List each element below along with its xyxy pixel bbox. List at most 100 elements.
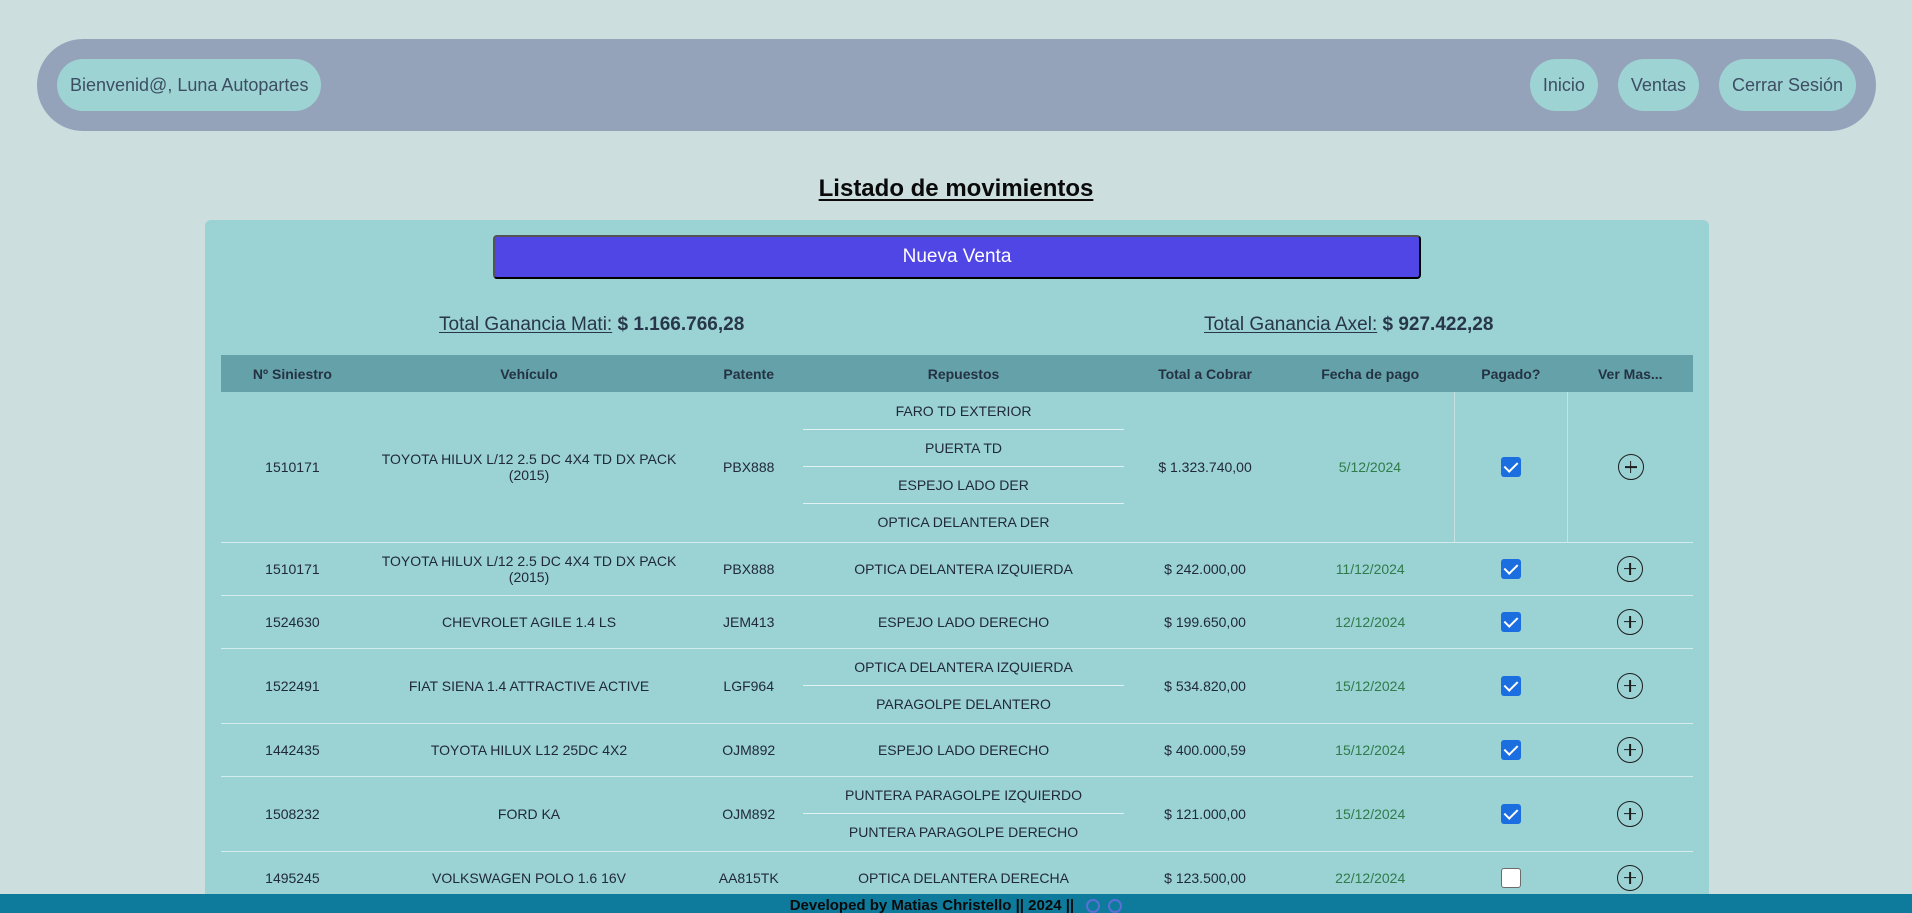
col-header: Total a Cobrar [1123, 355, 1287, 392]
total-axel-label: Total Ganancia Axel: [1204, 314, 1378, 335]
cell-vehiculo: TOYOTA HILUX L/12 2.5 DC 4X4 TD DX PACK … [363, 392, 695, 543]
total-axel: Total Ganancia Axel: $ 927.422,28 [1204, 314, 1493, 336]
cell-pagado [1454, 542, 1568, 596]
cell-vehiculo: FIAT SIENA 1.4 ATTRACTIVE ACTIVE [363, 648, 695, 724]
table-header-row: Nº Siniestro Vehículo Patente Repuestos … [221, 355, 1693, 392]
paid-checkbox[interactable] [1500, 803, 1521, 824]
plus-circle-icon[interactable] [1617, 800, 1644, 827]
cell-fecha: 15/12/2024 [1286, 723, 1455, 777]
col-header: Nº Siniestro [221, 355, 364, 392]
footer: Developed by Matias Christello || 2024 |… [0, 894, 1912, 913]
cell-pagado [1453, 392, 1569, 543]
table-row: 1442435 TOYOTA HILUX L12 25DC 4X2 OJM892 ES… [221, 723, 1693, 777]
cell-repuestos: OPTICA DELANTERA IZQUIERDA PARAGOLPE DELA… [803, 648, 1124, 724]
movements-card: Nueva Venta Total Ganancia Mati: $ 1.166… [205, 220, 1709, 913]
plus-circle-icon[interactable] [1617, 555, 1644, 582]
repuesto-item: ESPEJO LADO DERECHO [877, 741, 1050, 758]
repuesto-item: FARO TD EXTERIOR [803, 393, 1124, 430]
table-row: 1510171 TOYOTA HILUX L/12 2.5 DC 4X4 TD D… [221, 392, 1693, 543]
cell-vehiculo: FORD KA [363, 776, 695, 852]
cell-ver-mas [1567, 648, 1693, 724]
repuesto-item: OPTICA DELANTERA IZQUIERDA [803, 649, 1124, 686]
cell-siniestro: 1510171 [221, 392, 364, 543]
cell-vehiculo: TOYOTA HILUX L12 25DC 4X2 [363, 723, 695, 777]
cell-ver-mas [1567, 776, 1693, 852]
col-header: Repuestos [803, 355, 1124, 392]
nav-link-cerrar-sesion[interactable]: Cerrar Sesión [1718, 59, 1856, 111]
paid-checkbox[interactable] [1500, 675, 1521, 696]
cell-patente: JEM413 [694, 595, 804, 649]
table-row: 1524630 CHEVROLET AGILE 1.4 LS JEM413 ESPEJ… [221, 595, 1693, 649]
cell-repuestos: PUNTERA PARAGOLPE IZQUIERDO PUNTERA PARAG… [803, 776, 1124, 852]
cell-ver-mas [1567, 595, 1693, 649]
cell-fecha: 15/12/2024 [1286, 648, 1455, 724]
cell-patente: OJM892 [694, 723, 804, 777]
movements-table: Nº Siniestro Vehículo Patente Repuestos … [221, 355, 1693, 905]
cell-ver-mas [1567, 542, 1693, 596]
plus-circle-icon[interactable] [1617, 672, 1644, 699]
paid-checkbox[interactable] [1500, 558, 1521, 579]
linkedin-icon[interactable] [1108, 899, 1123, 913]
col-header: Fecha de pago [1286, 355, 1455, 392]
cell-repuestos: ESPEJO LADO DERECHO [803, 595, 1124, 649]
cell-pagado [1454, 648, 1568, 724]
cell-repuestos: OPTICA DELANTERA IZQUIERDA [803, 542, 1124, 596]
cell-siniestro: 1522491 [221, 648, 364, 724]
total-mati: Total Ganancia Mati: $ 1.166.766,28 [439, 314, 744, 336]
cell-patente: OJM892 [694, 776, 804, 852]
cell-vehiculo: CHEVROLET AGILE 1.4 LS [363, 595, 695, 649]
paid-checkbox[interactable] [1500, 739, 1521, 760]
cell-pagado [1454, 723, 1568, 777]
plus-circle-icon[interactable] [1617, 453, 1644, 480]
repuesto-item: PARAGOLPE DELANTERO [876, 696, 1051, 712]
repuesto-item: OPTICA DELANTERA DERECHA [858, 869, 1069, 886]
repuesto-item: ESPEJO LADO DER [803, 467, 1124, 504]
repuesto-item: OPTICA DELANTERA IZQUIERDA [854, 560, 1073, 577]
page-title: Listado de movimientos [818, 175, 1094, 202]
plus-circle-icon[interactable] [1617, 608, 1644, 635]
cell-total: $ 534.820,00 [1123, 648, 1287, 724]
cell-fecha: 15/12/2024 [1286, 776, 1455, 852]
plus-circle-icon[interactable] [1617, 864, 1644, 891]
total-axel-value: $ 927.422,28 [1382, 314, 1494, 335]
col-header: Vehículo [363, 355, 695, 392]
cell-vehiculo: TOYOTA HILUX L/12 2.5 DC 4X4 TD DX PACK … [363, 542, 695, 596]
new-sale-button[interactable]: Nueva Venta [493, 235, 1421, 279]
cell-ver-mas [1567, 723, 1693, 777]
cell-repuestos: FARO TD EXTERIOR PUERTA TD ESPEJO LADO DER… [803, 392, 1124, 543]
total-mati-value: $ 1.166.766,28 [617, 314, 745, 335]
plus-circle-icon[interactable] [1617, 736, 1644, 763]
cell-pagado [1454, 776, 1568, 852]
col-header: Pagado? [1454, 355, 1568, 392]
cell-pagado [1454, 595, 1568, 649]
nav-links: Inicio Ventas Cerrar Sesión [1529, 59, 1856, 111]
table-body: 1510171 TOYOTA HILUX L/12 2.5 DC 4X4 TD D… [221, 392, 1693, 905]
repuesto-item: ESPEJO LADO DERECHO [877, 613, 1050, 630]
paid-checkbox[interactable] [1500, 456, 1521, 477]
repuesto-item: PUERTA TD [803, 430, 1124, 467]
cell-patente: LGF964 [694, 648, 804, 724]
cell-repuestos: ESPEJO LADO DERECHO [803, 723, 1124, 777]
cell-siniestro: 1510171 [221, 542, 364, 596]
cell-fecha: 5/12/2024 [1286, 392, 1455, 543]
cell-ver-mas [1567, 392, 1693, 543]
table-row: 1508232 FORD KA OJM892 PUNTERA PARAGOLPE IZ… [221, 776, 1693, 852]
paid-checkbox[interactable] [1500, 611, 1521, 632]
cell-siniestro: 1524630 [221, 595, 364, 649]
cell-siniestro: 1508232 [221, 776, 364, 852]
cell-total: $ 199.650,00 [1123, 595, 1287, 649]
cell-patente: PBX888 [694, 542, 804, 596]
github-icon[interactable] [1086, 899, 1101, 913]
paid-checkbox[interactable] [1500, 867, 1521, 888]
nav-link-inicio[interactable]: Inicio [1529, 59, 1598, 111]
cell-total: $ 121.000,00 [1123, 776, 1287, 852]
table-row: 1510171 TOYOTA HILUX L/12 2.5 DC 4X4 TD D… [221, 542, 1693, 596]
cell-total: $ 1.323.740,00 [1123, 392, 1287, 543]
repuesto-item: PUNTERA PARAGOLPE DERECHO [848, 824, 1079, 840]
nav-link-ventas[interactable]: Ventas [1617, 59, 1699, 111]
cell-siniestro: 1442435 [221, 723, 364, 777]
welcome-badge: Bienvenid@, Luna Autopartes [57, 59, 322, 111]
cell-total: $ 400.000,59 [1123, 723, 1287, 777]
footer-text: Developed by Matias Christello || 2024 |… [789, 897, 1075, 913]
cell-total: $ 242.000,00 [1123, 542, 1287, 596]
